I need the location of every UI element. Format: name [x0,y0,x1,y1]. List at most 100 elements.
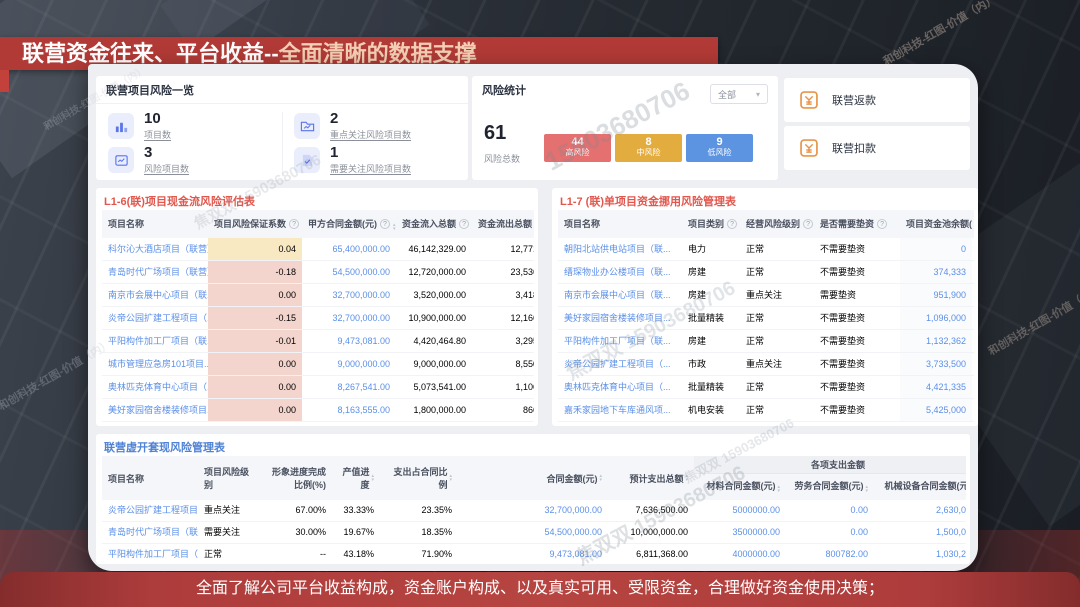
column-header[interactable]: 甲方合同金额(元)?▴▾ [302,210,396,238]
cell-progress-pct: 30.00% [260,522,332,543]
slide: 联营资金往来、平台收益--全面清晰的数据支撑 联营项目风险一览 10项目数2重点… [0,0,1080,607]
stat-label[interactable]: 需要关注风险项目数 [330,162,411,175]
action-label: 联营扣款 [832,140,876,156]
project-name-link[interactable]: 青岛时代广场项目（联营） [102,261,208,283]
overview-stat: 1需要关注风险项目数 [294,146,464,176]
cell-pool-balance: 3,733,500 [900,353,972,375]
project-name-link[interactable]: 炎帝公园扩建工程项目（联... [102,500,198,521]
cell-pool-balance: 5,425,000 [900,399,972,421]
divider [96,103,468,104]
project-name-link[interactable]: 奥林匹克体育中心项目（... [558,376,682,398]
stat-value: 2 [330,110,338,127]
overview-stat: 3风险项目数 [108,146,278,176]
cell-inflow-total: 1,800,000.00 [396,399,472,421]
invoice-table-title: 联营虚开套现风险管理表 [104,439,225,455]
cell-contract-amount: 32,700,000.00 [302,307,396,329]
project-name-link[interactable]: 美好家园宿舍楼装修项目... [102,399,208,421]
project-name-link[interactable]: 美好家园宿舍楼装修项目... [558,307,682,329]
cashflow-table: 项目名称项目风险保证系数?▴▾甲方合同金额(元)?▴▾资金流入总额?▴▾资金流出… [102,210,534,424]
project-name-link[interactable]: 平阳构件加工厂项目（联... [102,330,208,352]
cell-contract-amount: 9,473,081.00 [458,544,608,562]
cell-inflow-total: 12,720,000.00 [396,261,472,283]
stat-label[interactable]: 风险项目数 [144,162,189,175]
help-icon[interactable]: ? [803,219,813,229]
cell-inflow-total: 46,142,329.00 [396,238,472,260]
sort-icon: ▴▾ [599,474,602,482]
risk-total-label: 风险总数 [484,152,520,165]
expense-group-header: 各项支出金额材料合同金额(元)▴▾劳务合同金额(元)▴▾机械设备合同金额(元)▴… [694,456,966,500]
risk-filter-dropdown[interactable]: 全部 ▾ [710,84,768,104]
column-header[interactable]: 预计支出总额▴▾ [608,456,694,500]
cell-risk-level: 正常 [740,238,814,260]
project-name-link[interactable]: 南京市会展中心项目（联... [558,284,682,306]
cell-category: 房建 [682,261,740,283]
column-header[interactable]: 经营风险级别? [740,210,814,238]
cell-labor-contract: 0.00 [786,500,874,521]
cell-material-contract: 5000000.00 [694,500,786,521]
project-name-link[interactable]: 平阳构件加工厂项目（联... [558,330,682,352]
cell-outflow-total: 12,771 [472,238,534,260]
column-header[interactable]: 项目类别? [682,210,740,238]
cell-risk-level: 正常 [740,399,814,421]
project-name-link[interactable]: 缙琛物业办公楼项目（联... [558,261,682,283]
column-header[interactable]: 材料合同金额(元)▴▾ [694,474,786,500]
cell-progress-pct: 67.00% [260,500,332,521]
cell-contract-amount: 8,267,541.00 [302,376,396,398]
project-name-link[interactable]: 炎帝公园扩建工程项目（... [102,307,208,329]
cell-coefficient: -0.15 [208,307,302,329]
cell-inflow-total: 4,420,464.80 [396,330,472,352]
project-name-link[interactable]: 奥林匹克体育中心项目（... [102,376,208,398]
risk-total-value: 61 [484,122,506,145]
help-icon[interactable]: ? [380,219,390,229]
project-name-link[interactable]: 青岛时代广场项目（联营） [102,522,198,543]
help-icon[interactable]: ? [289,219,299,229]
cell-risk-level: 正常 [740,376,814,398]
table-row: 奥林匹克体育中心项目（...0.008,267,541.005,073,541.… [102,376,534,399]
stat-value: 10 [144,110,161,127]
column-header[interactable]: 是否需要垫资? [814,210,900,238]
cell-contract-amount: 65,400,000.00 [302,238,396,260]
stat-label[interactable]: 项目数 [144,128,171,141]
risk-level-badge: 44高风险 [544,134,611,162]
column-header[interactable]: 机械设备合同金额(元)▴▾ [874,474,966,500]
overview-title: 联营项目风险一览 [106,82,194,98]
project-name-link[interactable]: 南京市会展中心项目（联... [102,284,208,306]
project-name-link[interactable]: 城市管理应急房101项目... [102,353,208,375]
action-button-deduct[interactable]: 联营扣款 [784,126,970,170]
overview-stat: 2重点关注风险项目数 [294,112,464,142]
project-name-link[interactable]: 平阳构件加工厂项目（联营） [102,544,198,562]
table-row: 青岛时代广场项目（联营）-0.1854,500,000.0012,720,000… [102,261,534,284]
cell-outflow-total: 23,536 [472,261,534,283]
cell-labor-contract: 800782.00 [786,544,874,562]
column-header[interactable]: 资金流入总额?▴▾ [396,210,472,238]
project-name-link[interactable]: 炎帝公园扩建工程项目（... [558,353,682,375]
column-header[interactable]: 支出占合同比例▴▾ [380,456,458,500]
column-header[interactable]: 产值进度▴▾ [332,456,380,500]
cell-coefficient: -0.18 [208,261,302,283]
help-icon[interactable]: ? [727,219,737,229]
cell-risk-level: 重点关注 [740,284,814,306]
column-header[interactable]: 劳务合同金额(元)▴▾ [786,474,874,500]
column-header[interactable]: 合同金额(元)▴▾ [458,456,608,500]
cashflow-table-title: L1-6(联)项目现金流风险评估表 [104,193,255,209]
column-header[interactable]: 资金流出总额?▴▾ [472,210,534,238]
project-name-link[interactable]: 科尔沁大酒店项目（联营） [102,238,208,260]
project-name-link[interactable]: 嘉禾家园地下车库通风项... [558,399,682,421]
sort-icon: ▴▾ [865,485,868,493]
action-button-refund[interactable]: 联营返款 [784,78,970,122]
table-row: 炎帝公园扩建工程项目（联...重点关注67.00%33.33%23.35%32,… [102,500,966,522]
cell-contract-amount: 54,500,000.00 [458,522,608,543]
footer-banner: 全面了解公司平台收益构成，资金账户构成、以及真实可用、受限资金，合理做好资金使用… [0,572,1080,607]
project-name-link[interactable]: 朝阳北站供电站项目（联... [558,238,682,260]
chevron-down-icon: ▾ [756,90,760,99]
cell-outflow-total: 1,106 [472,376,534,398]
table-header-row: 项目名称项目风险级别形象进度完成比例(%)产值进度▴▾支出占合同比例▴▾合同金额… [102,456,966,500]
stat-label[interactable]: 重点关注风险项目数 [330,128,411,141]
column-header[interactable]: 项目资金池余额(元)(元)? [900,210,972,238]
help-icon[interactable]: ? [877,219,887,229]
column-header[interactable]: 项目风险保证系数?▴▾ [208,210,302,238]
table-row: 嘉禾家园地下车库通风项...机电安装正常不需要垫资5,425,000 [558,399,974,422]
cell-contract-amount: 32,700,000.00 [302,284,396,306]
help-icon[interactable]: ? [459,219,469,229]
cell-advance-needed: 不需要垫资 [814,376,900,398]
